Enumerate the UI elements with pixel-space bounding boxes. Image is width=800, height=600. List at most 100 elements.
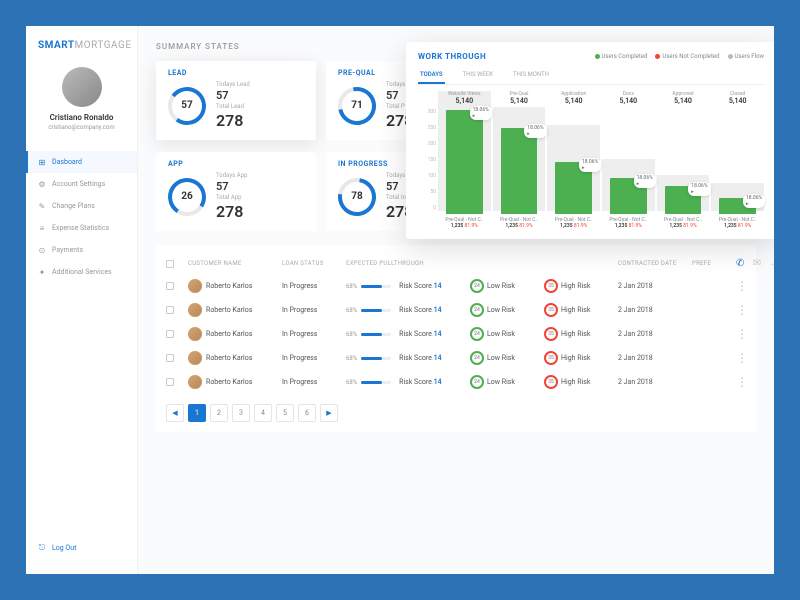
row-checkbox[interactable] <box>166 330 174 338</box>
table-row[interactable]: Roberto Karlos In Progress 68% Risk Scor… <box>156 346 756 370</box>
logout-button[interactable]: ⎋ Log Out <box>26 536 137 560</box>
row-checkbox[interactable] <box>166 378 174 386</box>
funnel-chart: 300250200150100500 18.06% ▸ Pre-Qual - N… <box>418 109 764 229</box>
nav-icon: ⊞ <box>38 158 46 166</box>
ring-value: 71 <box>338 87 376 125</box>
work-through-panel: WORK THROUGH Users CompletedUsers Not Co… <box>406 42 774 239</box>
card-title: LEAD <box>168 69 187 77</box>
table-row[interactable]: Roberto Karlos In Progress 68% Risk Scor… <box>156 370 756 394</box>
page-prev[interactable]: ◀ <box>166 404 184 422</box>
row-checkbox[interactable] <box>166 354 174 362</box>
page-6[interactable]: 6 <box>298 404 316 422</box>
cell-pullthrough: 68% Risk Score 14 <box>346 354 466 362</box>
funnel-stage-header: Website Views5,140 <box>438 91 491 105</box>
user-block: Cristiano Ronaldo cristiano@company.com <box>26 113 137 143</box>
nav-icon: ≡ <box>38 224 46 232</box>
brand-logo: SMARTMORTGAGE <box>26 40 137 61</box>
page-next[interactable]: ▶ <box>320 404 338 422</box>
chart-column: 18.06% ▸ Pre-Qual - Not C.. 1,235 81.9% <box>438 109 491 229</box>
col-customer: CUSTOMER NAME <box>188 260 278 267</box>
column-footer: Pre-Qual - Not C.. 1,235 81.9% <box>664 217 702 229</box>
cell-lowrisk: 24 Low Risk <box>470 375 540 389</box>
nav-icon: ⚙ <box>38 180 46 188</box>
page-5[interactable]: 5 <box>276 404 294 422</box>
cell-highrisk: 35 High Risk <box>544 375 614 389</box>
cell-pullthrough: 68% Risk Score 14 <box>346 282 466 290</box>
chart-legend: Users CompletedUsers Not CompletedUsers … <box>595 53 765 60</box>
cell-lowrisk: 24 Low Risk <box>470 351 540 365</box>
panel-title: WORK THROUGH <box>418 52 486 61</box>
row-menu-icon[interactable]: ⋮ <box>736 279 756 293</box>
today-value: 57 <box>216 89 250 102</box>
card-title: IN PROGRESS <box>338 160 388 168</box>
card-title: APP <box>168 160 183 168</box>
row-menu-icon[interactable]: ⋮ <box>736 327 756 341</box>
legend-item: Users Flow <box>728 53 765 60</box>
cell-lowrisk: 24 Low Risk <box>470 279 540 293</box>
nav-label: Expense Statistics <box>52 224 109 232</box>
sidebar-item-0[interactable]: ⊞ Dasboard <box>26 151 137 173</box>
column-footer: Pre-Qual - Not C.. 1,235 81.9% <box>500 217 538 229</box>
avatar-icon <box>188 375 202 389</box>
sidebar-item-4[interactable]: ⊙Payments <box>26 239 137 261</box>
nav-icon: ✦ <box>38 268 46 276</box>
table-row[interactable]: Roberto Karlos In Progress 68% Risk Scor… <box>156 274 756 298</box>
sidebar-item-1[interactable]: ⚙Account Settings <box>26 173 137 195</box>
avatar-icon <box>188 303 202 317</box>
summary-card-lead[interactable]: LEAD 57 Todays Lead 57 Total Lead 278 <box>156 61 316 140</box>
sidebar: SMARTMORTGAGE Cristiano Ronaldo cristian… <box>26 26 138 574</box>
panel-tab[interactable]: TODAYS <box>418 67 445 84</box>
row-menu-icon[interactable]: ⋮ <box>736 303 756 317</box>
arrow-icon[interactable]: ← <box>769 258 774 269</box>
chart-column: 18.06% ▸ Pre-Qual - Not C.. 1,235 81.9% <box>657 109 710 229</box>
customers-table: CUSTOMER NAME LOAN STATUS EXPECTED PULLT… <box>156 245 756 432</box>
page-2[interactable]: 2 <box>210 404 228 422</box>
user-name: Cristiano Ronaldo <box>34 113 129 122</box>
funnel-header: Website Views5,140Pre-Qual5,140Applicati… <box>418 91 764 105</box>
page-1[interactable]: 1 <box>188 404 206 422</box>
sidebar-item-5[interactable]: ✦Additional Services <box>26 261 137 283</box>
nav-label: Dasboard <box>52 158 82 166</box>
mail-icon[interactable]: ✉ <box>753 258 762 269</box>
select-all-checkbox[interactable] <box>166 260 174 268</box>
cell-name: Roberto Karlos <box>188 327 278 341</box>
cell-status: In Progress <box>282 354 342 362</box>
avatar-icon <box>188 279 202 293</box>
chart-column: 18.06% ▸ Pre-Qual - Not C.. 1,235 81.9% <box>711 109 764 229</box>
dropoff-bubble: 18.06% ▸ <box>743 194 765 208</box>
panel-tab[interactable]: THIS WEEK <box>461 67 495 84</box>
dropoff-bubble: 18.06% ▸ <box>470 106 492 120</box>
progress-ring: 78 <box>338 178 376 216</box>
cell-highrisk: 35 High Risk <box>544 303 614 317</box>
row-menu-icon[interactable]: ⋮ <box>736 375 756 389</box>
cell-highrisk: 35 High Risk <box>544 279 614 293</box>
cell-date: 2 Jan 2018 <box>618 306 688 314</box>
user-avatar[interactable] <box>62 67 102 107</box>
ring-value: 57 <box>168 87 206 125</box>
row-checkbox[interactable] <box>166 306 174 314</box>
panel-tab[interactable]: THIS MONTH <box>511 67 551 84</box>
cell-name: Roberto Karlos <box>188 279 278 293</box>
cell-date: 2 Jan 2018 <box>618 330 688 338</box>
table-row[interactable]: Roberto Karlos In Progress 68% Risk Scor… <box>156 322 756 346</box>
avatar-icon <box>188 327 202 341</box>
cell-status: In Progress <box>282 282 342 290</box>
table-row[interactable]: Roberto Karlos In Progress 68% Risk Scor… <box>156 298 756 322</box>
dropoff-bubble: 18.06% ▸ <box>579 158 601 172</box>
cell-highrisk: 35 High Risk <box>544 327 614 341</box>
phone-icon[interactable]: ✆ <box>736 258 745 269</box>
cell-name: Roberto Karlos <box>188 303 278 317</box>
sidebar-item-3[interactable]: ≡ Expense Statistics <box>26 217 137 239</box>
col-pullthrough: EXPECTED PULLTHROUGH <box>346 260 466 267</box>
cell-status: In Progress <box>282 306 342 314</box>
summary-card-app[interactable]: APP 26 Todays App 57 Total App 278 <box>156 152 316 231</box>
sidebar-item-2[interactable]: ✎Change Plans <box>26 195 137 217</box>
row-checkbox[interactable] <box>166 282 174 290</box>
nav-label: Change Plans <box>52 202 95 210</box>
cell-status: In Progress <box>282 378 342 386</box>
legend-item: Users Completed <box>595 53 648 60</box>
row-menu-icon[interactable]: ⋮ <box>736 351 756 365</box>
page-3[interactable]: 3 <box>232 404 250 422</box>
nav-icon: ⊙ <box>38 246 46 254</box>
page-4[interactable]: 4 <box>254 404 272 422</box>
